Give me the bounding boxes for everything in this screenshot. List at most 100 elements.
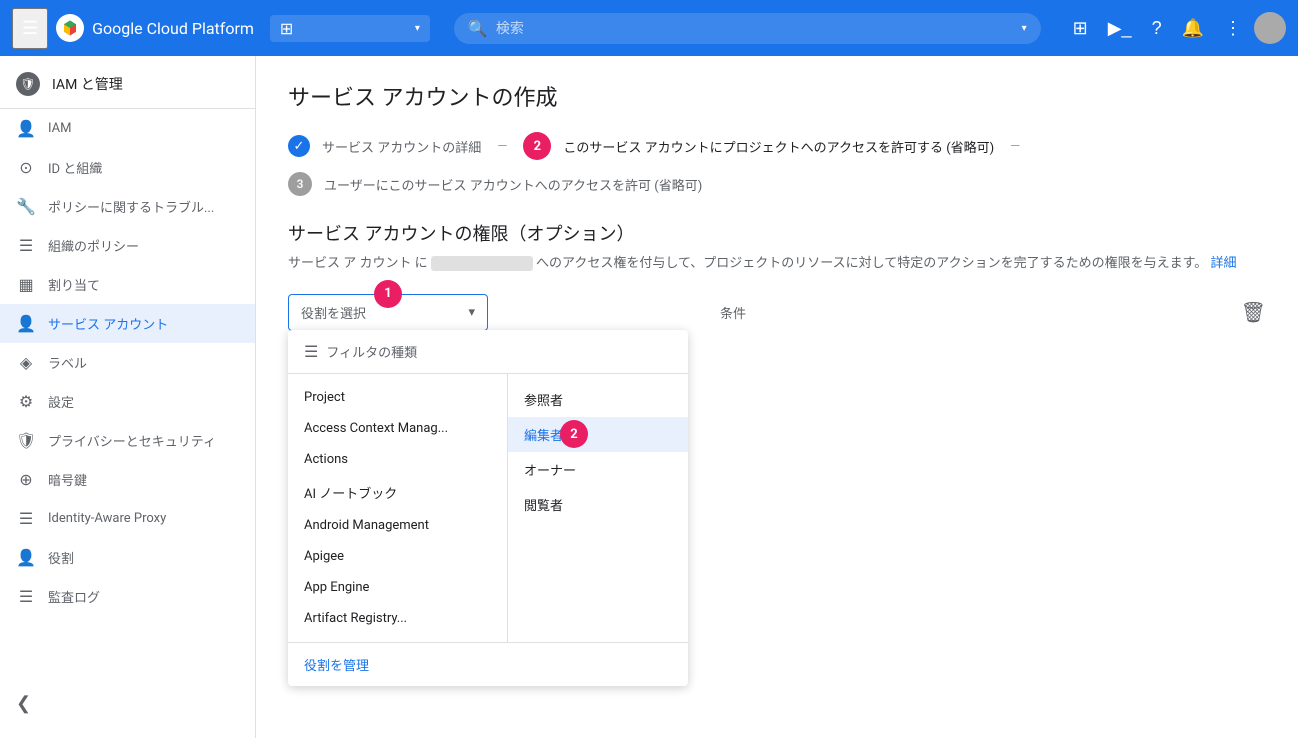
crypto-key-icon: ⊕: [16, 470, 36, 489]
editor-badge: 2: [560, 420, 588, 448]
sidebar-item-quota-label: 割り当て: [48, 275, 100, 294]
sidebar-item-org-policy[interactable]: ☰ 組織のポリシー: [0, 226, 255, 265]
sidebar-item-org-policy-label: 組織のポリシー: [48, 236, 139, 255]
sidebar-item-settings[interactable]: ⚙ 設定: [0, 382, 255, 421]
manage-roles-link[interactable]: 役割を管理: [304, 659, 369, 674]
dropdown-item-ai-notebook[interactable]: AI ノートブック: [288, 475, 507, 510]
dropdown-item-app-engine[interactable]: App Engine: [288, 572, 507, 603]
dropdown-item-project[interactable]: Project: [288, 382, 507, 413]
section-desc-suffix: へのアクセス権を付与して、プロジェクトのリソースに対して特定のアクションを完了す…: [536, 256, 1211, 271]
user-avatar[interactable]: [1254, 12, 1286, 44]
project-icon: ⊞: [280, 19, 293, 38]
step2-dash: —: [1010, 139, 1020, 154]
sidebar-item-crypto-key[interactable]: ⊕ 暗号鍵: [0, 460, 255, 499]
dropdown-item-browser[interactable]: 閲覧者: [508, 487, 688, 522]
chevron-down-icon: ▾: [415, 23, 420, 34]
role-icon: 👤: [16, 548, 36, 567]
sidebar-item-iam-label: IAM: [48, 121, 71, 136]
stepper: ✓ サービス アカウントの詳細 — 2 このサービス アカウントにプロジェクトへ…: [288, 132, 1266, 196]
step3-number: 3: [297, 177, 304, 191]
sidebar-item-id-org[interactable]: ⊙ ID と組織: [0, 148, 255, 187]
apps-button[interactable]: ⊞: [1065, 10, 1096, 47]
search-bar[interactable]: 🔍 ▾: [454, 13, 1041, 44]
dropdown-left-panel: Project Access Context Manag... Actions …: [288, 374, 508, 642]
help-button[interactable]: ?: [1144, 10, 1170, 47]
dropdown-item-artifact[interactable]: Artifact Registry...: [288, 603, 507, 634]
step1-label: サービス アカウントの詳細: [322, 137, 481, 156]
sidebar-item-settings-label: 設定: [48, 392, 74, 411]
sidebar-item-policy-trouble[interactable]: 🔧 ポリシーに関するトラブル...: [0, 187, 255, 226]
org-policy-icon: ☰: [16, 236, 36, 255]
role-row: 1 役割を選択 ▾ ☰ フィルタの種類 Project Access Conte…: [288, 294, 1266, 331]
notifications-button[interactable]: 🔔: [1174, 10, 1212, 47]
dropdown-item-owner[interactable]: オーナー: [508, 452, 688, 487]
step2-badge: 2: [523, 132, 551, 160]
stepper-row: ✓ サービス アカウントの詳細 — 2 このサービス アカウントにプロジェクトへ…: [288, 132, 1266, 160]
sidebar-item-crypto-key-label: 暗号鍵: [48, 470, 87, 489]
role-select-label: 役割を選択: [301, 303, 366, 322]
cloud-shell-button[interactable]: ▶_: [1100, 10, 1140, 47]
delete-role-button[interactable]: 🗑: [1241, 300, 1266, 324]
detail-link[interactable]: 詳細: [1211, 256, 1237, 271]
section-description: サービス ア カウント に ________________ へのアクセス権を付…: [288, 254, 1266, 274]
sidebar-item-quota[interactable]: ▦ 割り当て: [0, 265, 255, 304]
dropdown-item-viewer[interactable]: 参照者: [508, 382, 688, 417]
dropdown-filter-label: フィルタの種類: [326, 342, 417, 361]
project-selector[interactable]: ⊞ ▾: [270, 15, 430, 42]
dropdown-item-actions[interactable]: Actions: [288, 444, 507, 475]
service-account-icon: 👤: [16, 314, 36, 333]
section-desc-prefix: サービス ア カウント に: [288, 256, 431, 271]
quota-icon: ▦: [16, 275, 36, 294]
dropdown-item-apigee[interactable]: Apigee: [288, 541, 507, 572]
filter-icon: ☰: [304, 342, 318, 361]
sidebar-item-label[interactable]: ◈ ラベル: [0, 343, 255, 382]
gcp-icon: [56, 14, 84, 42]
dropdown-filter-row: ☰ フィルタの種類: [288, 330, 688, 374]
sidebar-item-identity-proxy-label: Identity-Aware Proxy: [48, 511, 166, 526]
step1-dash: —: [497, 139, 507, 154]
sidebar-header-title: IAM と管理: [52, 74, 123, 94]
search-chevron-icon: ▾: [1022, 23, 1027, 34]
dropdown-item-editor[interactable]: 編集者 2: [508, 417, 688, 452]
sidebar-item-iam[interactable]: 👤 IAM: [0, 109, 255, 148]
step3-row: 3 ユーザーにこのサービス アカウントへのアクセスを許可 (省略可): [288, 172, 1266, 196]
nav-actions: ⊞ ▶_ ? 🔔 ⋮: [1065, 10, 1286, 47]
more-options-button[interactable]: ⋮: [1216, 10, 1250, 47]
step3-circle: 3: [288, 172, 312, 196]
top-nav: ☰ Google Cloud Platform ⊞ ▾ 🔍 ▾ ⊞ ▶_ ? 🔔…: [0, 0, 1298, 56]
dropdown-item-android[interactable]: Android Management: [288, 510, 507, 541]
privacy-security-icon: 🛡: [16, 431, 36, 450]
sidebar-item-id-org-label: ID と組織: [48, 158, 102, 177]
search-input[interactable]: [496, 20, 1022, 36]
editor-label: 編集者: [524, 429, 563, 444]
dropdown-content: Project Access Context Manag... Actions …: [288, 374, 688, 642]
dropdown-footer: 役割を管理: [288, 642, 688, 686]
settings-icon: ⚙: [16, 392, 36, 411]
sidebar-item-privacy-security[interactable]: 🛡 プライバシーとセキュリティ: [0, 421, 255, 460]
role-badge: 1: [374, 280, 402, 308]
step3-label: ユーザーにこのサービス アカウントへのアクセスを許可 (省略可): [324, 175, 702, 194]
dropdown-item-access-context[interactable]: Access Context Manag...: [288, 413, 507, 444]
app-logo: Google Cloud Platform: [56, 14, 254, 42]
sidebar-item-audit-log[interactable]: ☰ 監査ログ: [0, 577, 255, 616]
page-title: サービス アカウントの作成: [288, 80, 1266, 112]
label-icon: ◈: [16, 353, 36, 372]
sidebar-item-role-label: 役割: [48, 548, 74, 567]
sidebar: 🛡 IAM と管理 👤 IAM ⊙ ID と組織 🔧 ポリシーに関するトラブル.…: [0, 56, 256, 738]
step2-number: 2: [534, 139, 541, 154]
search-icon: 🔍: [468, 19, 488, 38]
sidebar-item-service-account[interactable]: 👤 サービス アカウント: [0, 304, 255, 343]
sidebar-item-policy-trouble-label: ポリシーに関するトラブル...: [48, 197, 214, 216]
role-select-chevron-icon: ▾: [468, 305, 475, 320]
sidebar-item-role[interactable]: 👤 役割: [0, 538, 255, 577]
dropdown-right-panel: 参照者 編集者 2 オーナー 閲覧者: [508, 374, 688, 642]
hamburger-menu-button[interactable]: ☰: [12, 8, 48, 49]
id-org-icon: ⊙: [16, 158, 36, 177]
sidebar-item-audit-log-label: 監査ログ: [48, 587, 100, 606]
policy-trouble-icon: 🔧: [16, 197, 36, 216]
iam-icon: 👤: [16, 119, 36, 138]
sidebar-header: 🛡 IAM と管理: [0, 56, 255, 109]
sidebar-item-privacy-security-label: プライバシーとセキュリティ: [48, 431, 216, 450]
sidebar-item-identity-proxy[interactable]: ☰ Identity-Aware Proxy: [0, 499, 255, 538]
sidebar-collapse-button[interactable]: ❮: [0, 685, 47, 722]
